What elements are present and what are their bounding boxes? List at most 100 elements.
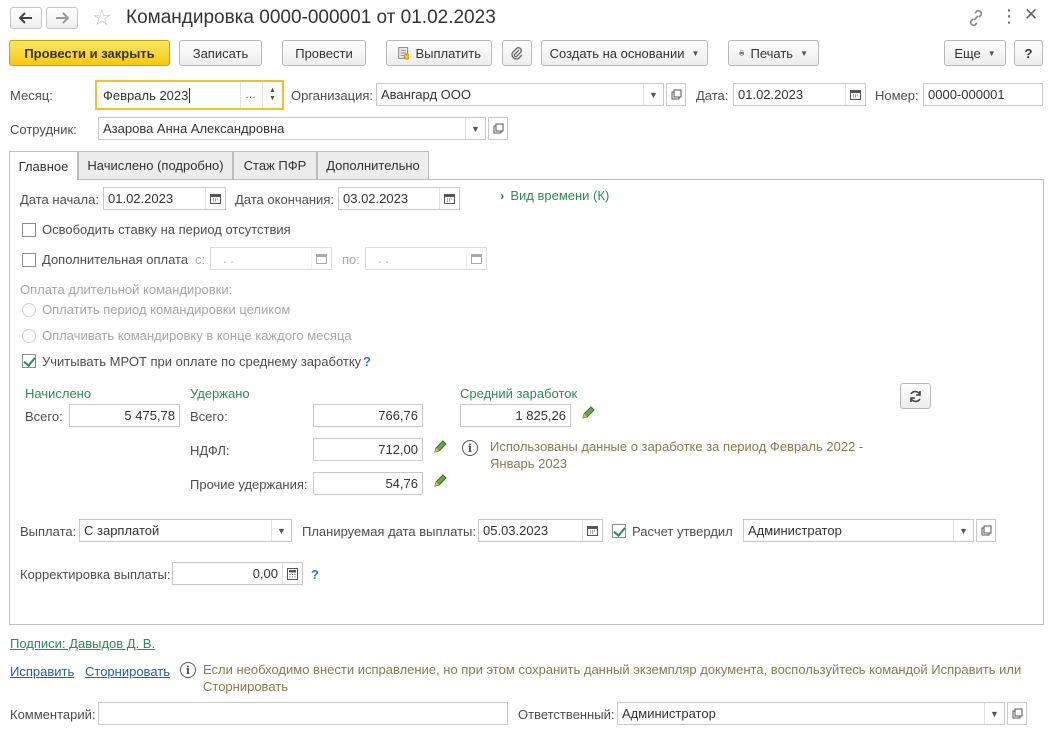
- month-select-button[interactable]: …: [240, 82, 260, 108]
- open-approver-icon[interactable]: [976, 519, 996, 542]
- correction-help-icon[interactable]: ?: [311, 567, 319, 582]
- dropdown-icon[interactable]: ▼: [465, 118, 485, 139]
- more-vertical-icon[interactable]: ⋮: [1000, 6, 1018, 27]
- fix-link[interactable]: Исправить: [10, 664, 74, 679]
- mrot-label: Учитывать МРОТ при оплате по среднему за…: [42, 354, 362, 369]
- employee-value: Азарова Анна Александровна: [103, 121, 285, 136]
- calendar-icon[interactable]: [439, 188, 459, 209]
- document-pay-icon: [398, 47, 410, 60]
- chevron-down-icon: ▼: [691, 48, 700, 58]
- month-spin-button[interactable]: ▲ ▼: [262, 82, 282, 108]
- calendar-icon[interactable]: [466, 248, 486, 269]
- calculator-icon[interactable]: [282, 563, 302, 584]
- attach-button[interactable]: [502, 40, 532, 66]
- responsible-value: Администратор: [622, 706, 716, 721]
- info-icon: i: [180, 662, 196, 678]
- calendar-icon[interactable]: [582, 520, 602, 541]
- tab-main[interactable]: Главное: [9, 151, 78, 180]
- edit-other-pencil-icon[interactable]: [433, 473, 448, 491]
- end-date-input[interactable]: 03.02.2023: [338, 187, 460, 210]
- pay-button[interactable]: Выплатить: [386, 40, 492, 66]
- calendar-icon[interactable]: [205, 188, 225, 209]
- payout-select[interactable]: С зарплатой ▼: [79, 519, 292, 542]
- tab-accrued-detailed[interactable]: Начислено (подробно): [78, 151, 233, 179]
- withheld-header: Удержано: [190, 386, 250, 401]
- tab-active-gap: [10, 178, 77, 180]
- save-button[interactable]: Записать: [179, 40, 262, 66]
- tab-pension-seniority[interactable]: Стаж ПФР: [233, 151, 317, 179]
- dropdown-icon[interactable]: ▼: [643, 84, 663, 105]
- refresh-icon: [910, 390, 921, 402]
- refresh-button[interactable]: [900, 383, 931, 409]
- tab-additional[interactable]: Дополнительно: [317, 151, 429, 179]
- post-button[interactable]: Провести: [282, 40, 366, 66]
- extra-pay-from-value: . .: [223, 251, 234, 266]
- post-and-close-button[interactable]: Провести и закрыть: [9, 40, 170, 66]
- back-button[interactable]: [10, 7, 42, 29]
- ndfl-field: 712,00: [313, 438, 423, 461]
- open-employee-icon[interactable]: [488, 117, 508, 140]
- employee-input[interactable]: Азарова Анна Александровна ▼: [98, 117, 486, 140]
- open-organization-icon[interactable]: [666, 83, 686, 106]
- date-value: 01.02.2023: [738, 87, 804, 102]
- accrued-total-field: 5 475,78: [69, 404, 180, 427]
- extra-pay-from-input[interactable]: . .: [210, 247, 332, 270]
- accrued-total-value: 5 475,78: [124, 408, 175, 423]
- close-icon[interactable]: ✕: [1024, 5, 1038, 25]
- calendar-icon[interactable]: [311, 248, 331, 269]
- edit-ndfl-pencil-icon[interactable]: [433, 439, 448, 457]
- tab-panel: [9, 179, 1044, 625]
- extra-pay-to-input[interactable]: . .: [365, 247, 487, 270]
- create-based-on-label: Создать на основании: [549, 45, 685, 61]
- month-input[interactable]: Февраль 2023 … ▲ ▼: [95, 80, 284, 110]
- dropdown-icon[interactable]: ▼: [271, 520, 291, 541]
- ndfl-label: НДФЛ:: [190, 443, 230, 458]
- payout-value: С зарплатой: [84, 523, 160, 538]
- month-value: Февраль 2023: [103, 87, 189, 103]
- forward-button[interactable]: [46, 7, 78, 29]
- comment-input[interactable]: [98, 702, 508, 725]
- print-button[interactable]: Печать ▼: [728, 40, 819, 66]
- correction-input[interactable]: 0,00: [172, 562, 303, 585]
- mrot-help-icon[interactable]: ?: [363, 354, 371, 369]
- pay-label: Выплатить: [415, 45, 481, 61]
- extra-pay-to-label: по:: [342, 252, 360, 267]
- planned-date-label: Планируемая дата выплаты:: [302, 524, 476, 539]
- time-kind-link[interactable]: › Вид времени (К): [500, 188, 609, 203]
- responsible-input[interactable]: Администратор ▼: [617, 702, 1005, 725]
- storno-link[interactable]: Сторнировать: [85, 664, 170, 679]
- free-rate-checkbox[interactable]: [22, 223, 36, 237]
- print-label: Печать: [750, 45, 794, 61]
- favorite-star-icon[interactable]: ☆: [92, 5, 112, 31]
- date-input[interactable]: 01.02.2023: [733, 83, 866, 106]
- approver-value: Администратор: [748, 523, 842, 538]
- chevron-right-icon: ›: [500, 188, 505, 203]
- number-input[interactable]: 0000-000001: [923, 83, 1043, 106]
- extra-pay-checkbox[interactable]: [22, 253, 36, 267]
- radio-pay-monthly[interactable]: [22, 329, 36, 343]
- calendar-icon[interactable]: [845, 84, 865, 105]
- end-date-value: 03.02.2023: [343, 191, 409, 206]
- link-icon[interactable]: [967, 9, 985, 30]
- planned-date-value: 05.03.2023: [483, 523, 549, 538]
- open-responsible-icon[interactable]: [1007, 702, 1027, 725]
- help-button[interactable]: ?: [1014, 40, 1043, 66]
- planned-date-input[interactable]: 05.03.2023: [478, 519, 603, 542]
- payout-label: Выплата:: [20, 524, 77, 539]
- approver-input[interactable]: Администратор ▼: [743, 519, 974, 542]
- create-based-on-button[interactable]: Создать на основании ▼: [541, 40, 708, 66]
- radio-pay-whole[interactable]: [22, 303, 36, 317]
- accrued-header: Начислено: [25, 386, 92, 401]
- dropdown-icon[interactable]: ▼: [984, 703, 1004, 724]
- mrot-checkbox[interactable]: [22, 354, 36, 368]
- signatures-link[interactable]: Подписи: Давыдов Д. В.: [10, 636, 155, 651]
- start-date-input[interactable]: 01.02.2023: [103, 187, 226, 210]
- dropdown-icon[interactable]: ▼: [953, 520, 973, 541]
- more-button[interactable]: Еще ▼: [944, 40, 1006, 66]
- number-label: Номер:: [875, 88, 919, 103]
- edit-average-pencil-icon[interactable]: [581, 405, 596, 423]
- calc-approved-checkbox[interactable]: [612, 524, 626, 538]
- other-deductions-label: Прочие удержания:: [190, 477, 308, 492]
- organization-input[interactable]: Авангард ООО ▼: [376, 83, 664, 106]
- accrued-total-label: Всего:: [25, 409, 63, 424]
